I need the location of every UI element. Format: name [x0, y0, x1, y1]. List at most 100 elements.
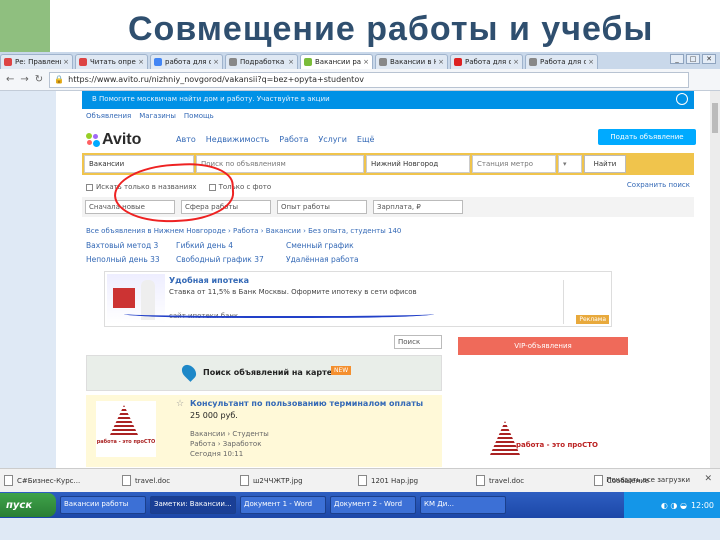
metro-dropdown[interactable]: ▾: [558, 155, 582, 173]
post-ad-button[interactable]: Подать объявление: [598, 129, 696, 145]
download-label: ш2ЧЧЖТР.jpg: [253, 476, 303, 485]
tray-icons[interactable]: ◐ ◑ ◒: [661, 501, 687, 510]
browser-tab[interactable]: Работа для сту×: [450, 54, 523, 69]
tab-strip: Ре: Правление×Читать опред×работа для ст…: [0, 52, 720, 69]
vip-listing[interactable]: работа - это проСТО: [480, 421, 610, 471]
start-button[interactable]: пуск: [0, 493, 56, 517]
browser-tab[interactable]: Работа для ст×: [525, 54, 598, 69]
tag-free-schedule[interactable]: Свободный график 37: [176, 255, 286, 264]
show-all-downloads-link[interactable]: Показать все загрузки: [606, 476, 690, 484]
download-item[interactable]: ш2ЧЧЖТР.jpg: [240, 475, 350, 486]
map-search-banner[interactable]: Поиск объявлений на карте NEW: [86, 355, 442, 391]
avito-logo[interactable]: Avito: [86, 131, 141, 149]
downloads-bar: C#Бизнес-Курс... travel.doc ш2ЧЧЖТР.jpg 120…: [0, 468, 720, 492]
scrollbar-thumb[interactable]: [712, 103, 718, 133]
tag-flexible-day[interactable]: Гибкий день 4: [176, 241, 286, 250]
slide: Совмещение работы и учебы Ре: Правление×…: [0, 0, 720, 540]
tab-label: Подработка Ст: [240, 58, 286, 66]
tab-label: работа для сту: [165, 58, 211, 66]
tag-shift[interactable]: Сменный график: [286, 241, 396, 250]
clock-icon: [676, 93, 688, 105]
close-window-button[interactable]: ✕: [702, 54, 716, 64]
favorite-star-icon[interactable]: ☆: [176, 399, 184, 409]
download-item[interactable]: 1201 Нар.jpg: [358, 475, 468, 486]
slide-accent-bar: [0, 0, 50, 52]
favicon-icon: [154, 58, 162, 66]
download-item[interactable]: travel.doc: [122, 475, 232, 486]
close-tab-icon[interactable]: ×: [288, 58, 294, 66]
file-icon: [122, 475, 131, 486]
nav-realty[interactable]: Недвижимость: [206, 135, 270, 144]
tab-label: Читать опред: [90, 58, 137, 66]
category-nav: Авто Недвижимость Работа Услуги Ещё: [176, 135, 374, 144]
tab-label: Вакансии в Ни: [390, 58, 436, 66]
reload-icon[interactable]: ↻: [35, 74, 43, 85]
forward-icon[interactable]: →: [20, 74, 28, 85]
listing-price: 25 000 руб.: [190, 411, 238, 420]
tray-clock: 12:00: [690, 500, 714, 510]
link-shops[interactable]: Магазины: [139, 112, 176, 120]
download-item[interactable]: travel.doc: [476, 475, 586, 486]
taskbar-button[interactable]: КМ Ди...: [420, 496, 506, 514]
listing-meta-line: Сегодня 10:11: [190, 450, 244, 458]
ad-title[interactable]: Удобная ипотека: [169, 276, 249, 285]
download-item[interactable]: C#Бизнес-Курс...: [4, 475, 114, 486]
minimize-button[interactable]: _: [670, 54, 684, 64]
favicon-icon: [379, 58, 387, 66]
breadcrumb[interactable]: Все объявления в Нижнем Новгороде › Рабо…: [86, 227, 401, 235]
promo-bar[interactable]: В Помогите москвичам найти дом и работу.…: [82, 91, 694, 109]
close-tab-icon[interactable]: ×: [513, 58, 519, 66]
listing-logo-text: работа - это проСТО: [96, 439, 156, 445]
taskbar-button[interactable]: Документ 2 - Word: [330, 496, 416, 514]
city-select[interactable]: Нижний Новгород: [366, 155, 470, 173]
maximize-button[interactable]: □: [686, 54, 700, 64]
find-button[interactable]: Найти: [584, 155, 626, 173]
taskbar-button[interactable]: Вакансии работы: [60, 496, 146, 514]
vertical-scrollbar[interactable]: [710, 91, 720, 511]
browser-screenshot: Ре: Правление×Читать опред×работа для ст…: [0, 52, 720, 540]
back-icon[interactable]: ←: [6, 74, 14, 85]
close-tab-icon[interactable]: ×: [438, 58, 444, 66]
listing-meta: Вакансии › Студенты Работа › Заработок С…: [190, 429, 350, 459]
close-tab-icon[interactable]: ×: [363, 58, 369, 66]
nav-services[interactable]: Услуги: [318, 135, 347, 144]
tag-part-time[interactable]: Неполный день 33: [86, 255, 176, 264]
tag-remote[interactable]: Удалённая работа: [286, 255, 396, 264]
job-listing[interactable]: работа - это проСТО ☆ Консультант по пол…: [86, 395, 442, 467]
system-tray: ◐ ◑ ◒ 12:00: [624, 492, 720, 518]
experience-filter[interactable]: Опыт работы: [277, 200, 367, 214]
download-label: C#Бизнес-Курс...: [17, 476, 81, 485]
nav-more[interactable]: Ещё: [357, 135, 375, 144]
close-tab-icon[interactable]: ×: [138, 58, 144, 66]
close-downloads-icon[interactable]: ✕: [704, 474, 712, 484]
nav-auto[interactable]: Авто: [176, 135, 196, 144]
sort-select[interactable]: Поиск: [394, 335, 442, 349]
address-bar: ← → ↻ 🔒 https://www.avito.ru/nizhniy_nov…: [0, 69, 720, 91]
close-tab-icon[interactable]: ×: [213, 58, 219, 66]
top-links: Объявления Магазины Помощь: [86, 112, 214, 120]
listing-title[interactable]: Консультант по пользованию терминалом оп…: [190, 399, 423, 408]
taskbar-button[interactable]: Документ 1 - Word: [240, 496, 326, 514]
metro-select[interactable]: Станция метро: [472, 155, 556, 173]
taskbar-button[interactable]: Заметки: Вакансии...: [150, 496, 236, 514]
browser-tab[interactable]: Ре: Правление×: [0, 54, 73, 69]
save-search-link[interactable]: Сохранить поиск: [627, 181, 690, 189]
browser-tab[interactable]: Подработка Ст×: [225, 54, 298, 69]
file-icon: [240, 475, 249, 486]
url-input[interactable]: 🔒 https://www.avito.ru/nizhniy_novgorod/…: [49, 71, 690, 88]
salary-filter[interactable]: Зарплата, ₽: [373, 200, 463, 214]
link-help[interactable]: Помощь: [184, 112, 214, 120]
browser-tab[interactable]: Вакансии работ×: [300, 54, 373, 69]
browser-tab[interactable]: Читать опред ×: [75, 54, 148, 69]
browser-tab[interactable]: Вакансии в Ни×: [375, 54, 448, 69]
ad-banner[interactable]: Удобная ипотека Ставка от 11,5% в Банк М…: [104, 271, 612, 327]
close-tab-icon[interactable]: ×: [63, 58, 69, 66]
tag-rotation[interactable]: Вахтовый метод 3: [86, 241, 176, 250]
nav-jobs[interactable]: Работа: [279, 135, 308, 144]
house-shape: [113, 288, 135, 308]
close-tab-icon[interactable]: ×: [588, 58, 594, 66]
listing-logo[interactable]: работа - это проСТО: [96, 401, 156, 457]
favicon-icon: [304, 58, 312, 66]
link-ads[interactable]: Объявления: [86, 112, 131, 120]
browser-tab[interactable]: работа для сту×: [150, 54, 223, 69]
